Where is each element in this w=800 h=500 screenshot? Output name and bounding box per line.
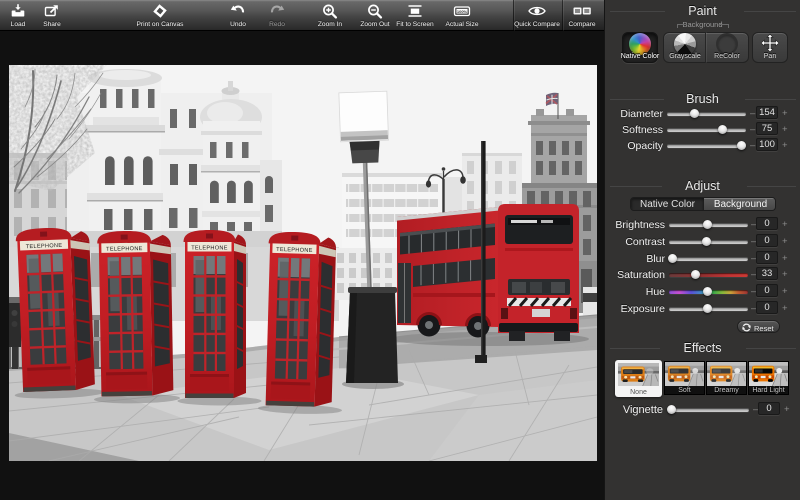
svg-text:TELEPHONE: TELEPHONE: [276, 247, 313, 254]
svg-text:TELEPHONE: TELEPHONE: [106, 246, 143, 253]
svg-text:100%: 100%: [457, 9, 468, 14]
svg-text:TELEPHONE: TELEPHONE: [191, 245, 228, 251]
